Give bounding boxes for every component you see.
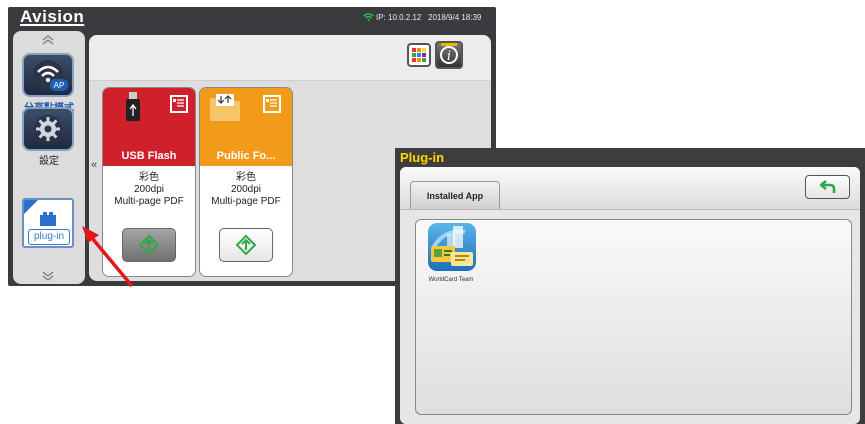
back-button[interactable] [805, 175, 850, 199]
plugin-tab-bar: Installed App [400, 167, 860, 210]
date-time: 2018/9/4 18:39 [428, 13, 482, 22]
card-settings: 彩色 200dpi Multi-page PDF [103, 172, 195, 208]
brand-logo: Avision [20, 7, 85, 26]
app-label: WorldCard Team [428, 277, 474, 283]
resolution: 200dpi [230, 184, 262, 195]
main-toolbar: i [89, 35, 491, 81]
wifi-icon [363, 13, 374, 21]
card-settings: 彩色 200dpi Multi-page PDF [200, 172, 292, 208]
grid-icon [412, 48, 426, 62]
card-title: Public Fo... [200, 146, 292, 166]
folder-icon [210, 94, 240, 121]
back-arrow-icon [819, 180, 836, 193]
status-bar: Avision IP: 10.0.2.12 2018/9/4 18:39 [8, 7, 496, 29]
public-folder-card[interactable]: Public Fo... 彩色 200dpi Multi-page PDF [199, 87, 293, 277]
sidebar: AP 分享點模式 設定 [13, 31, 85, 284]
plugin-label: plug-in [28, 229, 70, 245]
settings-label: 設定 [39, 156, 59, 167]
start-scan-button[interactable] [219, 228, 273, 262]
card-header [103, 88, 195, 152]
start-scan-button[interactable] [122, 228, 176, 262]
app-worldcard-team[interactable]: WorldCard Team [420, 222, 486, 292]
start-icon [236, 235, 256, 255]
scroll-down-icon[interactable] [41, 271, 55, 281]
plugin-window: Plug-in Installed App WorldCard Team [395, 148, 865, 424]
card-header [200, 88, 292, 152]
ip-address: IP: 10.0.2.12 [376, 13, 422, 22]
start-icon [139, 235, 159, 255]
usb-flash-card[interactable]: USB Flash 彩色 200dpi Multi-page PDF [102, 87, 196, 277]
worldcard-team-icon [428, 223, 476, 271]
plugin-window-title: Plug-in [400, 150, 445, 165]
installed-apps-area: WorldCard Team [415, 219, 852, 415]
card-title: USB Flash [103, 146, 195, 166]
collapse-sidebar-icon[interactable]: « [91, 159, 97, 171]
document-icon [170, 95, 188, 113]
scroll-up-icon[interactable] [41, 35, 55, 45]
resolution: 200dpi [133, 184, 165, 195]
grid-view-button[interactable] [407, 43, 431, 67]
info-button[interactable]: i [435, 41, 463, 69]
file-format: Multi-page PDF [114, 196, 184, 207]
usb-drive-icon [126, 92, 140, 121]
info-icon: i [440, 46, 458, 64]
color-mode: 彩色 [236, 172, 256, 183]
color-mode: 彩色 [139, 172, 159, 183]
tab-installed-app[interactable]: Installed App [410, 181, 500, 209]
plugin-corner-ribbon [24, 200, 38, 214]
share-mode-button[interactable]: AP [22, 53, 74, 97]
document-icon [263, 95, 281, 113]
plugin-block-icon [40, 212, 56, 226]
file-format: Multi-page PDF [211, 196, 281, 207]
plugin-button[interactable]: plug-in [22, 198, 74, 248]
wifi-ap-icon: AP [33, 60, 68, 91]
gear-icon [34, 115, 62, 143]
settings-button[interactable] [22, 107, 74, 151]
plugin-panel: Installed App WorldCard Team [400, 167, 860, 424]
svg-text:AP: AP [54, 81, 65, 90]
